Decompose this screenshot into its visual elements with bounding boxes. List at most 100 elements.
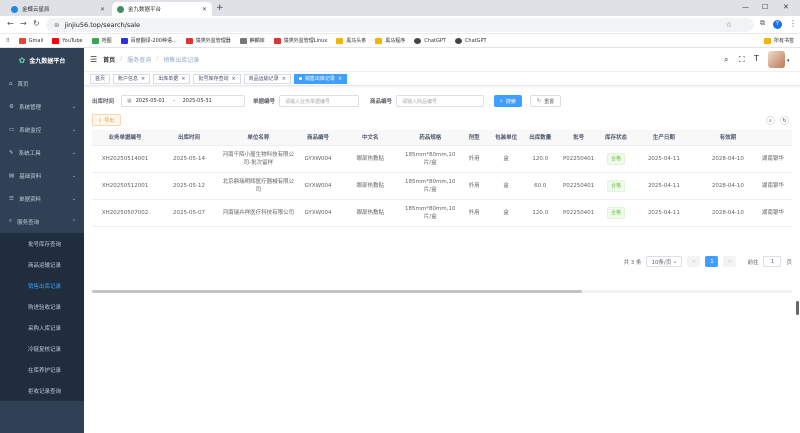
logo-icon: ✿: [18, 55, 26, 65]
sidebar-item-monitor[interactable]: ▭ 系统监控 ⌄: [0, 118, 84, 141]
browser-tab-1[interactable]: 金蝶云星辰 ✕: [6, 2, 110, 16]
chevron-down-icon: ⌄: [71, 195, 76, 202]
table-cell: 120.0: [523, 145, 558, 173]
forward-icon[interactable]: →: [20, 19, 27, 28]
table-cell: 合格: [599, 172, 632, 200]
sidebar-sub-item[interactable]: 商品运输记录: [0, 254, 84, 275]
sidebar-sub-item[interactable]: 在库养护记录: [0, 359, 84, 380]
date-range-picker[interactable]: ▦ 2025-05-01 - 2025-05-31: [121, 95, 246, 107]
table-cell: 185mm*80mm,10片/盒: [401, 199, 460, 227]
table-cell: 湖南银华: [759, 199, 792, 227]
reload-icon[interactable]: ↻: [33, 19, 40, 28]
all-bookmarks[interactable]: 所有书签: [763, 37, 794, 44]
bookmark-item[interactable]: ChatGPT: [454, 37, 487, 44]
bookmark-item[interactable]: 猿类外监管理器: [185, 37, 231, 44]
search-button[interactable]: ⌕ 搜索: [494, 95, 522, 107]
address-bar[interactable]: ⊜ jinjiu56.top/search/sale ☆: [46, 18, 754, 32]
search-icon[interactable]: ⌕: [724, 55, 728, 65]
product-number-input[interactable]: 请输入商品编号: [396, 95, 485, 107]
tag-item[interactable]: 首页: [90, 73, 111, 84]
menu-icon[interactable]: ⋮: [789, 19, 797, 28]
font-size-icon[interactable]: T: [754, 54, 759, 63]
table-cell: 外用: [459, 145, 490, 173]
scrollbar-thumb[interactable]: [92, 290, 582, 293]
table-cell: GYXW004: [296, 145, 340, 173]
sidebar-item-documents[interactable]: ☰ 单据资料 ⌄: [0, 187, 84, 210]
close-icon[interactable]: ✕: [202, 6, 207, 13]
bookmark-item[interactable]: Gmail: [18, 37, 43, 44]
tag-item[interactable]: 账户信息 ×: [113, 73, 151, 84]
tag-item-active[interactable]: 销售出库记录 ×: [293, 73, 348, 84]
refresh-icon[interactable]: ↻: [780, 116, 789, 125]
table-cell: 盒: [489, 199, 524, 227]
kingdee-icon: [11, 5, 18, 13]
close-window-icon[interactable]: ✕: [783, 3, 789, 11]
search-icon: ⌕: [500, 98, 503, 104]
prev-page-button[interactable]: <: [687, 256, 701, 267]
minimize-icon[interactable]: —: [742, 3, 749, 11]
fullscreen-icon[interactable]: ⛶: [739, 55, 745, 65]
sidebar-item-query[interactable]: ⌕ 服务查询 ⌃: [0, 210, 84, 233]
chevron-down-icon: ⌄: [672, 258, 678, 265]
order-number-input[interactable]: 请输入业务单据编号: [279, 95, 360, 107]
profile-avatar[interactable]: Y: [773, 20, 782, 29]
sidebar-item-tools[interactable]: ✎ 系统工具 ⌄: [0, 141, 84, 164]
bookmark-star-icon[interactable]: ☆: [726, 21, 732, 29]
bookmark-item[interactable]: 黑马头条: [336, 37, 366, 44]
bookmark-item[interactable]: 猿类外监管理Linux: [273, 37, 327, 44]
search-toggle-icon[interactable]: ⌕: [766, 116, 775, 125]
table-row[interactable]: XH20250514001 2025-05-14 河南千陌小屋生物科技有限公司-批次…: [92, 145, 792, 173]
goto-page-input[interactable]: 1: [763, 256, 782, 267]
bookmark-item[interactable]: 地图: [91, 37, 112, 44]
new-tab-button[interactable]: +: [216, 3, 224, 13]
caret-down-icon[interactable]: ▾: [787, 58, 790, 64]
sidebar-sub-item[interactable]: 购进验收记录: [0, 296, 84, 317]
bookmark-item[interactable]: 黑马程序: [375, 37, 405, 44]
table-cell: 2028-04-10: [695, 145, 760, 173]
table-cell: P02250401: [557, 145, 600, 173]
gmail-icon: [18, 37, 26, 44]
back-icon[interactable]: ←: [7, 19, 14, 28]
apps-icon[interactable]: ⠿: [6, 38, 10, 44]
table-row[interactable]: XH20250512001 2025-05-12 北京鼎瑞明辉医疗器械有限公司 GYX…: [92, 172, 792, 200]
sidebar-sub-item[interactable]: 批号库存查询: [0, 233, 84, 254]
next-page-button[interactable]: >: [723, 256, 737, 267]
tag-item[interactable]: 出库单据 ×: [153, 73, 191, 84]
youtube-icon: [52, 37, 60, 44]
bookmark-item[interactable]: 麒麟库: [239, 37, 265, 44]
sidebar-sub-item[interactable]: 冷链复核记录: [0, 338, 84, 359]
page-scrollbar-thumb[interactable]: [796, 301, 799, 315]
site-info-icon[interactable]: ⊜: [54, 21, 59, 29]
site-icon: [239, 37, 247, 44]
refresh-icon: ↻: [536, 98, 542, 104]
tag-item[interactable]: 商品运输记录 ×: [243, 73, 291, 84]
sidebar-sub-item[interactable]: 拒收记录查询: [0, 380, 84, 401]
sidebar-sub-item-active[interactable]: 销售出库记录: [0, 275, 84, 296]
tag-item[interactable]: 批号库存查询 ×: [193, 73, 241, 84]
sidebar-item-basic[interactable]: ▤ 基础资料 ⌄: [0, 164, 84, 187]
table-cell: 2028-04-10: [695, 172, 760, 200]
bookmark-item[interactable]: ChatGPT: [414, 37, 446, 44]
reset-button[interactable]: ↻ 重置: [529, 95, 562, 107]
sidebar-sub-item[interactable]: 采购入库记录: [0, 317, 84, 338]
site-icon: [117, 5, 124, 13]
bookmark-item[interactable]: 百度翻译-200种语...: [120, 37, 177, 44]
browser-tab-2[interactable]: 金九数据平台 ✕: [112, 2, 212, 16]
hamburger-icon[interactable]: ☰: [90, 55, 97, 64]
table-horizontal-scrollbar[interactable]: [92, 290, 792, 293]
bookmarks-bar: ⠿ Gmail YouTube 地图 百度翻译-200种语... 猿类外监管理器…: [0, 34, 800, 48]
extensions-icon[interactable]: ⧉: [760, 19, 765, 28]
close-icon: ×: [231, 75, 236, 82]
sidebar-item-home[interactable]: ⌂ 首页: [0, 72, 84, 95]
table-cell: 河南千陌小屋生物科技有限公司-批次留样: [219, 145, 297, 173]
export-button[interactable]: ⤓ 导出: [92, 114, 122, 126]
page-size-select[interactable]: 10条/页 ⌄: [646, 256, 683, 267]
page-number-current[interactable]: 1: [705, 256, 719, 267]
bookmark-item[interactable]: YouTube: [52, 37, 83, 44]
close-icon[interactable]: ✕: [100, 6, 105, 13]
sidebar-item-system[interactable]: ⚙ 系统管理 ⌄: [0, 95, 84, 118]
folder-icon: [763, 37, 771, 44]
avatar[interactable]: [768, 51, 785, 68]
table-row[interactable]: XH20250507002 2025-05-07 河南瑞卉祥医疗科技有限公司 GYXW…: [92, 199, 792, 227]
maximize-icon[interactable]: ☐: [762, 3, 768, 11]
